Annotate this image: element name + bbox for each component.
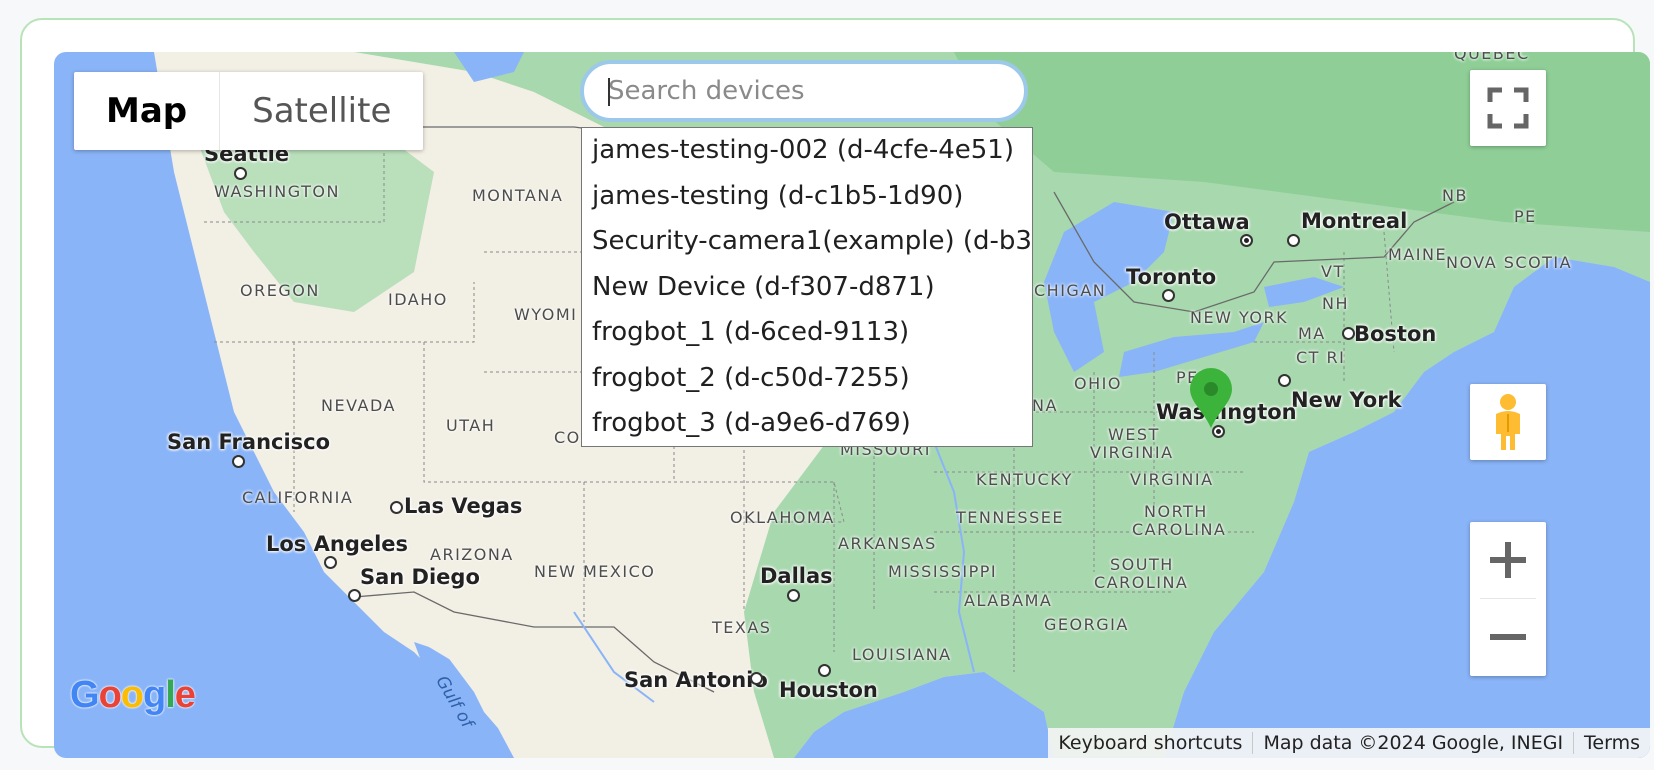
state-label-oklahoma: OKLAHOMA [730,508,835,527]
city-label-las-vegas: Las Vegas [404,494,523,518]
search-box [580,60,1028,122]
city-dot-toronto [1162,289,1175,302]
city-dot-las-vegas [390,501,403,514]
state-label-west-virginia-2: VIRGINIA [1090,443,1174,462]
search-result-item[interactable]: james-testing (d-c1b5-1d90) [582,174,1032,220]
state-label-pei: PE [1514,207,1537,226]
city-label-san-francisco: San Francisco [167,430,331,454]
city-label-new-york: New York [1291,388,1402,412]
state-label-new-brunswick: NB [1442,186,1468,205]
city-label-montreal: Montreal [1301,209,1408,233]
map-type-satellite-button[interactable]: Satellite [220,72,423,150]
state-label-north-carolina-2: CAROLINA [1132,520,1227,539]
search-result-item[interactable]: frogbot_2 (d-c50d-7255) [582,356,1032,402]
state-label-maine: MAINE [1388,245,1448,264]
search-result-item[interactable]: james-testing-002 (d-4cfe-4e51) [582,128,1032,174]
state-label-nova-scotia: NOVA SCOTIA [1446,253,1573,272]
state-label-georgia: GEORGIA [1044,615,1129,634]
map-data-text: Map data ©2024 Google, INEGI [1253,732,1575,754]
city-dot-dallas [787,589,800,602]
city-dot-san-diego [348,589,361,602]
state-label-louisiana: LOUISIANA [852,645,952,664]
search-input[interactable] [606,75,990,107]
city-label-los-angeles: Los Angeles [266,532,409,556]
fullscreen-icon [1487,87,1529,129]
state-label-indiana: NA [1032,396,1058,415]
state-label-south-carolina-1: SOUTH [1110,555,1174,574]
map-type-map-button[interactable]: Map [74,72,221,150]
city-dot-san-francisco [232,455,245,468]
state-label-washington: WASHINGTON [214,182,340,201]
state-label-mississippi: MISSISSIPPI [888,562,998,581]
state-label-new-mexico: NEW MEXICO [534,562,656,581]
state-label-montana: MONTANA [472,186,564,205]
plus-icon [1490,542,1526,578]
state-label-vermont: VT [1321,262,1345,281]
map-pin-icon[interactable] [1188,368,1234,430]
street-view-button[interactable] [1470,384,1546,460]
state-label-north-carolina-1: NORTH [1144,502,1208,521]
city-dot-ottawa [1240,234,1253,247]
city-dot-los-angeles [324,556,337,569]
search-result-item[interactable]: frogbot_1 (d-6ced-9113) [582,310,1032,356]
city-dot-montreal [1287,234,1300,247]
city-dot-boston [1342,327,1355,340]
state-label-west-virginia-1: WEST [1108,425,1160,444]
keyboard-shortcuts-link[interactable]: Keyboard shortcuts [1048,732,1254,754]
search-result-item[interactable]: Security-camera1(example) (d-b324 [582,219,1032,265]
state-label-michigan: CHIGAN [1034,281,1107,300]
zoom-in-button[interactable] [1470,522,1546,598]
city-dot-new-york [1278,374,1291,387]
pegman-icon [1496,394,1520,450]
state-label-alabama: ALABAMA [964,591,1053,610]
state-label-texas: TEXAS [712,618,772,637]
attribution-bar: Keyboard shortcuts Map data ©2024 Google… [1048,728,1650,758]
state-label-massachusetts: MA [1298,324,1326,343]
state-label-colorado: CO [554,428,581,447]
state-label-new-hampshire: NH [1322,294,1349,313]
state-label-arkansas: ARKANSAS [838,534,937,553]
map-type-control: Map Satellite [74,72,424,150]
search-result-item[interactable]: frogbot_3 (d-a9e6-d769) [582,401,1032,446]
state-label-ct-ri: CT RI [1296,348,1346,367]
city-label-san-antonio: San Antonio [624,668,768,692]
state-label-ohio: OHIO [1074,374,1122,393]
state-label-utah: UTAH [446,416,496,435]
state-label-nevada: NEVADA [321,396,396,415]
terms-link[interactable]: Terms [1574,732,1650,754]
minus-icon [1490,634,1526,640]
city-label-ottawa: Ottawa [1164,210,1250,234]
state-label-south-carolina-2: CAROLINA [1094,573,1189,592]
zoom-out-button[interactable] [1470,599,1546,675]
zoom-control [1470,522,1546,676]
google-logo: Google [70,674,196,716]
state-label-arizona: ARIZONA [430,545,514,564]
city-dot-houston [818,664,831,677]
state-label-california: CALIFORNIA [242,488,354,507]
search-result-item[interactable]: New Device (d-f307-d871) [582,265,1032,311]
state-label-idaho: IDAHO [388,290,448,309]
state-label-kentucky: KENTUCKY [976,470,1073,489]
state-label-quebec: QUEBEC [1454,52,1530,63]
state-label-virginia: VIRGINIA [1130,470,1214,489]
city-label-san-diego: San Diego [360,565,480,589]
city-label-dallas: Dallas [760,564,833,588]
state-label-new-york: NEW YORK [1190,308,1289,327]
search-results-dropdown: james-testing-002 (d-4cfe-4e51) james-te… [581,127,1033,447]
city-label-toronto: Toronto [1126,265,1217,289]
city-dot-san-antonio [750,672,763,685]
text-caret [608,78,610,106]
city-label-houston: Houston [779,678,878,702]
city-label-boston: Boston [1354,322,1437,346]
state-label-tennessee: TENNESSEE [956,508,1064,527]
fullscreen-button[interactable] [1470,70,1546,146]
state-label-oregon: OREGON [240,281,320,300]
map-card: Seattle San Francisco Las Vegas Los Ange… [20,18,1650,758]
state-label-wyoming: WYOMI [514,305,578,324]
city-dot-seattle [234,167,247,180]
